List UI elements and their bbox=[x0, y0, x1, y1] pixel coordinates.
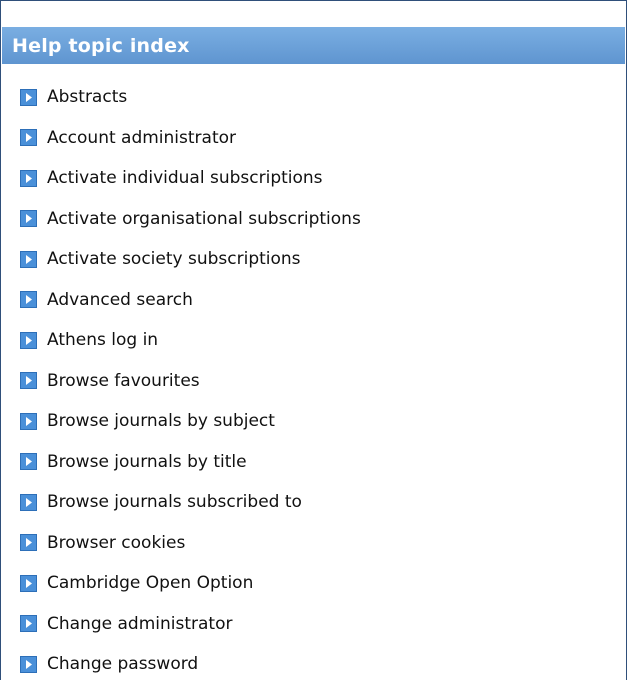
arrow-right-icon bbox=[20, 453, 37, 471]
panel-header: Help topic index bbox=[2, 27, 625, 64]
topic-item[interactable]: Activate society subscriptions bbox=[20, 239, 361, 280]
topic-link-abstracts[interactable]: Abstracts bbox=[47, 87, 127, 107]
topic-link-advanced-search[interactable]: Advanced search bbox=[47, 290, 193, 310]
arrow-right-icon bbox=[20, 291, 37, 309]
arrow-right-icon bbox=[20, 169, 37, 187]
arrow-right-icon bbox=[20, 615, 37, 633]
topic-link-athens-log-in[interactable]: Athens log in bbox=[47, 330, 158, 350]
topic-item[interactable]: Activate organisational subscriptions bbox=[20, 199, 361, 240]
topic-item[interactable]: Cambridge Open Option bbox=[20, 563, 361, 604]
topic-item[interactable]: Athens log in bbox=[20, 320, 361, 361]
topic-link-browse-journals-subscribed-to[interactable]: Browse journals subscribed to bbox=[47, 492, 302, 512]
arrow-right-icon bbox=[20, 412, 37, 430]
topic-link-browser-cookies[interactable]: Browser cookies bbox=[47, 533, 185, 553]
panel-title: Help topic index bbox=[12, 34, 190, 57]
arrow-right-icon bbox=[20, 88, 37, 106]
topic-item[interactable]: Change administrator bbox=[20, 604, 361, 645]
arrow-right-icon bbox=[20, 129, 37, 147]
arrow-right-icon bbox=[20, 574, 37, 592]
topic-link-activate-society-subscriptions[interactable]: Activate society subscriptions bbox=[47, 249, 301, 269]
topic-list: Abstracts Account administrator Activate… bbox=[20, 77, 361, 685]
arrow-right-icon bbox=[20, 534, 37, 552]
topic-link-change-password[interactable]: Change password bbox=[47, 654, 198, 674]
topic-link-browse-journals-by-title[interactable]: Browse journals by title bbox=[47, 452, 247, 472]
topic-item[interactable]: Activate individual subscriptions bbox=[20, 158, 361, 199]
topic-item[interactable]: Browse favourites bbox=[20, 361, 361, 402]
topic-link-browse-journals-by-subject[interactable]: Browse journals by subject bbox=[47, 411, 275, 431]
topic-link-browse-favourites[interactable]: Browse favourites bbox=[47, 371, 200, 391]
help-topic-panel: Help topic index Abstracts Account admin… bbox=[0, 0, 627, 680]
topic-link-activate-organisational-subscriptions[interactable]: Activate organisational subscriptions bbox=[47, 209, 361, 229]
topic-item[interactable]: Browse journals by subject bbox=[20, 401, 361, 442]
arrow-right-icon bbox=[20, 655, 37, 673]
topic-item[interactable]: Change password bbox=[20, 644, 361, 685]
topic-item[interactable]: Abstracts bbox=[20, 77, 361, 118]
arrow-right-icon bbox=[20, 250, 37, 268]
arrow-right-icon bbox=[20, 372, 37, 390]
topic-link-cambridge-open-option[interactable]: Cambridge Open Option bbox=[47, 573, 253, 593]
topic-item[interactable]: Browser cookies bbox=[20, 523, 361, 564]
topic-link-change-administrator[interactable]: Change administrator bbox=[47, 614, 232, 634]
arrow-right-icon bbox=[20, 331, 37, 349]
topic-item[interactable]: Advanced search bbox=[20, 280, 361, 321]
topic-link-account-administrator[interactable]: Account administrator bbox=[47, 128, 236, 148]
arrow-right-icon bbox=[20, 210, 37, 228]
topic-link-activate-individual-subscriptions[interactable]: Activate individual subscriptions bbox=[47, 168, 323, 188]
topic-item[interactable]: Browse journals by title bbox=[20, 442, 361, 483]
topic-item[interactable]: Account administrator bbox=[20, 118, 361, 159]
topic-item[interactable]: Browse journals subscribed to bbox=[20, 482, 361, 523]
arrow-right-icon bbox=[20, 493, 37, 511]
